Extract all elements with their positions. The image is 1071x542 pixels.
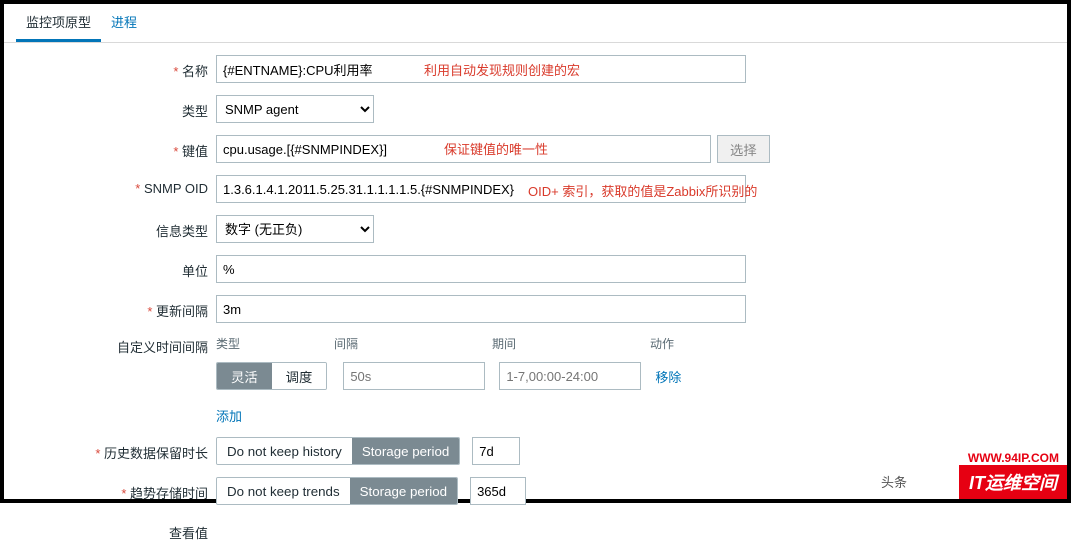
type-select[interactable]: SNMP agent [216, 95, 374, 123]
tab-item-prototype[interactable]: 监控项原型 [16, 4, 101, 42]
label-type: 类型 [4, 95, 216, 120]
trends-mode-group: Do not keep trends Storage period [216, 477, 458, 505]
flex-period-input[interactable] [499, 362, 641, 390]
watermark-head: 头条 [881, 472, 907, 491]
history-storage-period-button[interactable]: Storage period [352, 438, 459, 464]
header-period: 期间 [492, 335, 650, 352]
tabs-bar: 监控项原型 进程 [4, 4, 1067, 43]
watermark-url: WWW.94IP.COM [968, 451, 1059, 465]
flexible-button[interactable]: 灵活 [217, 363, 272, 389]
interval-row: 灵活 调度 移除 [216, 362, 681, 390]
annotation-name: 利用自动发现规则创建的宏 [424, 60, 580, 79]
trends-storage-period-button[interactable]: Storage period [350, 478, 457, 504]
label-custom-interval: 自定义时间间隔 [4, 335, 216, 356]
label-info-type: 信息类型 [4, 215, 216, 240]
header-action: 动作 [650, 335, 710, 352]
annotation-key: 保证键值的唯一性 [444, 139, 548, 158]
history-period-input[interactable] [472, 437, 520, 465]
flex-interval-input[interactable] [343, 362, 485, 390]
info-type-select[interactable]: 数字 (无正负) [216, 215, 374, 243]
watermark-brand: IT运维空间 [959, 465, 1067, 499]
label-key: 键值 [4, 135, 216, 160]
label-update-interval: 更新间隔 [4, 295, 216, 320]
annotation-oid: OID+ 索引，获取的值是Zabbix所识别的 [528, 181, 757, 200]
unit-input[interactable] [216, 255, 746, 283]
label-history: 历史数据保留时长 [4, 437, 216, 462]
remove-interval-link[interactable]: 移除 [655, 367, 681, 386]
update-interval-input[interactable] [216, 295, 746, 323]
label-name: 名称 [4, 55, 216, 80]
no-history-button[interactable]: Do not keep history [217, 438, 352, 464]
scheduling-button[interactable]: 调度 [272, 363, 327, 389]
add-interval-link[interactable]: 添加 [216, 406, 242, 425]
label-trends: 趋势存储时间 [4, 477, 216, 502]
header-type: 类型 [216, 335, 334, 352]
interval-header: 类型 间隔 期间 动作 [216, 335, 710, 352]
form: 名称 利用自动发现规则创建的宏 类型 SNMP agent 键值 选择 保证键值… [4, 43, 1067, 542]
label-unit: 单位 [4, 255, 216, 280]
select-key-button[interactable]: 选择 [717, 135, 770, 163]
label-valuemap: 查看值 [4, 517, 216, 542]
header-interval: 间隔 [334, 335, 492, 352]
no-trends-button[interactable]: Do not keep trends [217, 478, 350, 504]
label-snmp-oid: SNMP OID [4, 175, 216, 196]
tab-process[interactable]: 进程 [101, 4, 147, 42]
trends-period-input[interactable] [470, 477, 526, 505]
interval-type-group: 灵活 调度 [216, 362, 327, 390]
history-mode-group: Do not keep history Storage period [216, 437, 460, 465]
